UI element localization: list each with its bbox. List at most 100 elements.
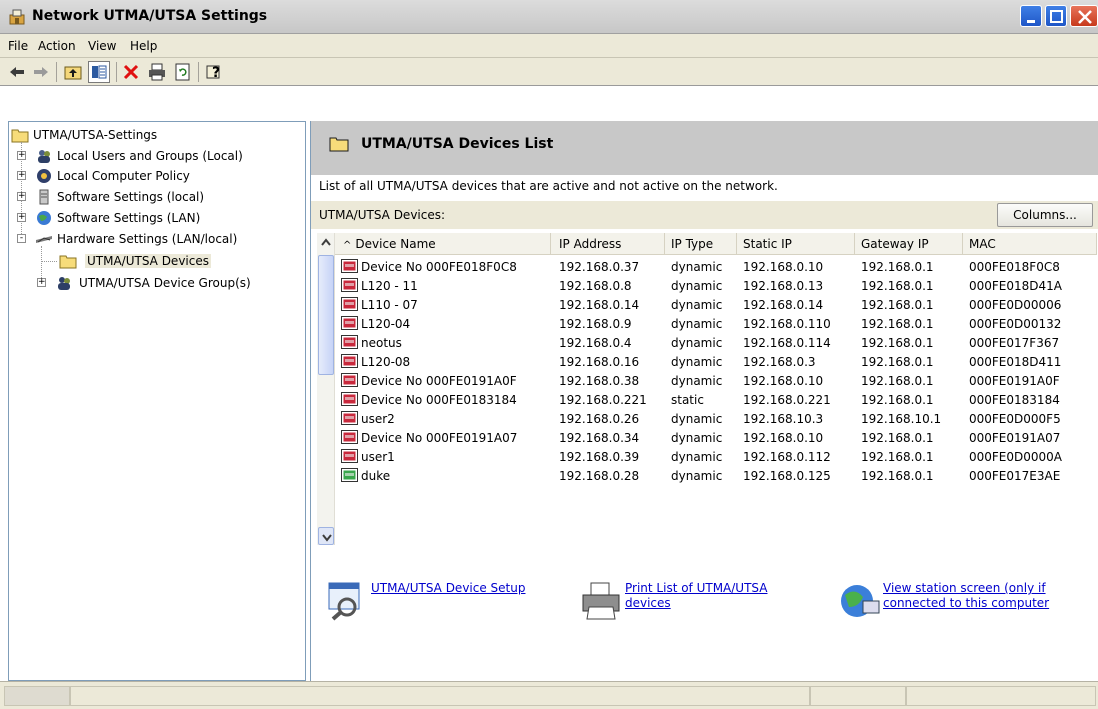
device-status-icon xyxy=(341,430,358,444)
status-panel xyxy=(906,686,1096,706)
col-label: IP Address xyxy=(559,237,622,251)
menu-help[interactable]: Help xyxy=(130,39,157,53)
menu-action[interactable]: Action xyxy=(38,39,76,53)
device-group-icon xyxy=(55,275,73,291)
scroll-up-icon[interactable] xyxy=(318,234,334,252)
table-row[interactable]: Device No 000FE0183184 192.168.0.221 stati… xyxy=(337,390,1097,409)
tree-item-label: Local Computer Policy xyxy=(57,169,190,183)
scrollbar-thumb[interactable] xyxy=(318,255,334,375)
device-status-icon xyxy=(341,411,358,425)
table-cell: dynamic xyxy=(671,450,723,464)
table-cell: 192.168.0.14 xyxy=(743,298,824,312)
table-row[interactable]: L120 - 11 192.168.0.8 dynamic 192.168.0.13 1… xyxy=(337,276,1097,295)
refresh-icon[interactable] xyxy=(172,61,194,83)
show-hide-tree-icon[interactable] xyxy=(88,61,110,83)
table-cell: 192.168.0.125 xyxy=(743,469,831,483)
table-cell: 192.168.0.39 xyxy=(559,450,640,464)
table-cell: 192.168.0.221 xyxy=(559,393,647,407)
expand-icon[interactable]: + xyxy=(17,151,26,160)
toolbar-separator xyxy=(116,62,117,82)
col-label: IP Type xyxy=(671,237,714,251)
table-row[interactable]: L110 - 07 192.168.0.14 dynamic 192.168.0.14… xyxy=(337,295,1097,314)
table-cell: dynamic xyxy=(671,374,723,388)
help-icon[interactable]: ? xyxy=(204,61,226,83)
menu-view[interactable]: View xyxy=(88,39,116,53)
table-cell: static xyxy=(671,393,704,407)
table-cell: 192.168.0.10 xyxy=(743,431,824,445)
table-cell: 000FE017F367 xyxy=(969,336,1060,350)
table-cell: 192.168.0.16 xyxy=(559,355,640,369)
table-row[interactable]: user1 192.168.0.39 dynamic 192.168.0.112 192… xyxy=(337,447,1097,466)
expand-icon[interactable]: + xyxy=(17,213,26,222)
status-panel xyxy=(70,686,810,706)
table-row[interactable]: Device No 000FE0191A07 192.168.0.34 dynami… xyxy=(337,428,1097,447)
device-status-icon xyxy=(341,297,358,311)
up-folder-icon[interactable] xyxy=(62,61,84,83)
device-status-icon xyxy=(341,449,358,463)
table-cell: dynamic xyxy=(671,279,723,293)
table-cell: 192.168.0.38 xyxy=(559,374,640,388)
table-row[interactable]: duke 192.168.0.28 dynamic 192.168.0.125 192.… xyxy=(337,466,1097,485)
col-ip-address[interactable]: IP Address xyxy=(553,233,665,255)
table-row[interactable]: neotus 192.168.0.4 dynamic 192.168.0.114 192… xyxy=(337,333,1097,352)
table-cell: 000FE017E3AE xyxy=(969,469,1061,483)
menu-file[interactable]: File xyxy=(8,39,28,53)
col-label: Static IP xyxy=(743,237,792,251)
table-row[interactable]: user2 192.168.0.26 dynamic 192.168.10.3 192.… xyxy=(337,409,1097,428)
back-arrow-icon[interactable] xyxy=(6,61,28,83)
device-setup-label[interactable]: UTMA/UTSA Device Setup xyxy=(371,581,561,596)
table-row[interactable]: Device No 000FE0191A0F 192.168.0.38 dynami… xyxy=(337,371,1097,390)
table-cell: 192.168.0.1 xyxy=(861,317,934,331)
columns-button[interactable]: Columns... xyxy=(997,203,1093,227)
expand-icon[interactable]: + xyxy=(17,192,26,201)
table-cell: 192.168.0.1 xyxy=(861,431,934,445)
print-icon[interactable] xyxy=(146,61,168,83)
vertical-scrollbar[interactable] xyxy=(317,233,335,545)
forward-arrow-icon[interactable] xyxy=(30,61,52,83)
device-status-icon xyxy=(341,354,358,368)
users-icon xyxy=(35,148,53,164)
table-cell: dynamic xyxy=(671,317,723,331)
table-cell: L120-08 xyxy=(361,355,411,369)
table-cell: dynamic xyxy=(671,260,723,274)
col-gateway-ip[interactable]: Gateway IP xyxy=(855,233,963,255)
table-cell: 192.168.0.13 xyxy=(743,279,824,293)
table-row[interactable]: Device No 000FE018F0C8 192.168.0.37 dynami… xyxy=(337,257,1097,276)
delete-icon[interactable] xyxy=(120,61,142,83)
maximize-button[interactable] xyxy=(1045,5,1067,27)
col-label: MAC xyxy=(969,237,996,251)
col-static-ip[interactable]: Static IP xyxy=(737,233,855,255)
col-device-name[interactable]: ^ Device Name xyxy=(337,233,551,255)
collapse-icon[interactable]: - xyxy=(17,234,26,243)
table-cell: 192.168.0.1 xyxy=(861,355,934,369)
tree-item-label: Software Settings (LAN) xyxy=(57,211,201,225)
folder-icon xyxy=(59,253,77,269)
table-cell: Device No 000FE0183184 xyxy=(361,393,517,407)
tree-guide xyxy=(41,261,57,262)
view-station-label[interactable]: View station screen (only if connected t… xyxy=(883,581,1055,611)
print-list-label[interactable]: Print List of UTMA/UTSA devices xyxy=(625,581,795,611)
expand-icon[interactable]: + xyxy=(17,171,26,180)
policy-icon xyxy=(35,168,53,184)
devices-bar: UTMA/UTSA Devices: Columns... xyxy=(311,201,1098,229)
close-button[interactable] xyxy=(1070,5,1098,27)
sort-ascending-icon: ^ xyxy=(343,240,352,251)
view-station-link[interactable]: View station screen (only if connected t… xyxy=(837,579,1077,639)
col-ip-type[interactable]: IP Type xyxy=(665,233,737,255)
expand-icon[interactable]: + xyxy=(37,278,46,287)
print-list-link[interactable]: Print List of UTMA/UTSA devices xyxy=(579,579,819,629)
table-cell: 192.168.0.1 xyxy=(861,374,934,388)
table-row[interactable]: L120-04 192.168.0.9 dynamic 192.168.0.110 19… xyxy=(337,314,1097,333)
pane-header: UTMA/UTSA Devices List xyxy=(311,121,1098,175)
device-setup-link[interactable]: UTMA/UTSA Device Setup xyxy=(325,579,565,629)
col-mac[interactable]: MAC xyxy=(963,233,1097,255)
table-row[interactable]: L120-08 192.168.0.16 dynamic 192.168.0.3 192… xyxy=(337,352,1097,371)
table-cell: 192.168.0.1 xyxy=(861,469,934,483)
table-cell: 000FE0D0000A xyxy=(969,450,1063,464)
table-cell: 192.168.0.1 xyxy=(861,393,934,407)
tree-item-label: Software Settings (local) xyxy=(57,190,205,204)
minimize-button[interactable] xyxy=(1020,5,1042,27)
table-cell: Device No 000FE0191A0F xyxy=(361,374,517,388)
scroll-down-icon[interactable] xyxy=(318,527,334,545)
table-cell: 192.168.0.4 xyxy=(559,336,632,350)
